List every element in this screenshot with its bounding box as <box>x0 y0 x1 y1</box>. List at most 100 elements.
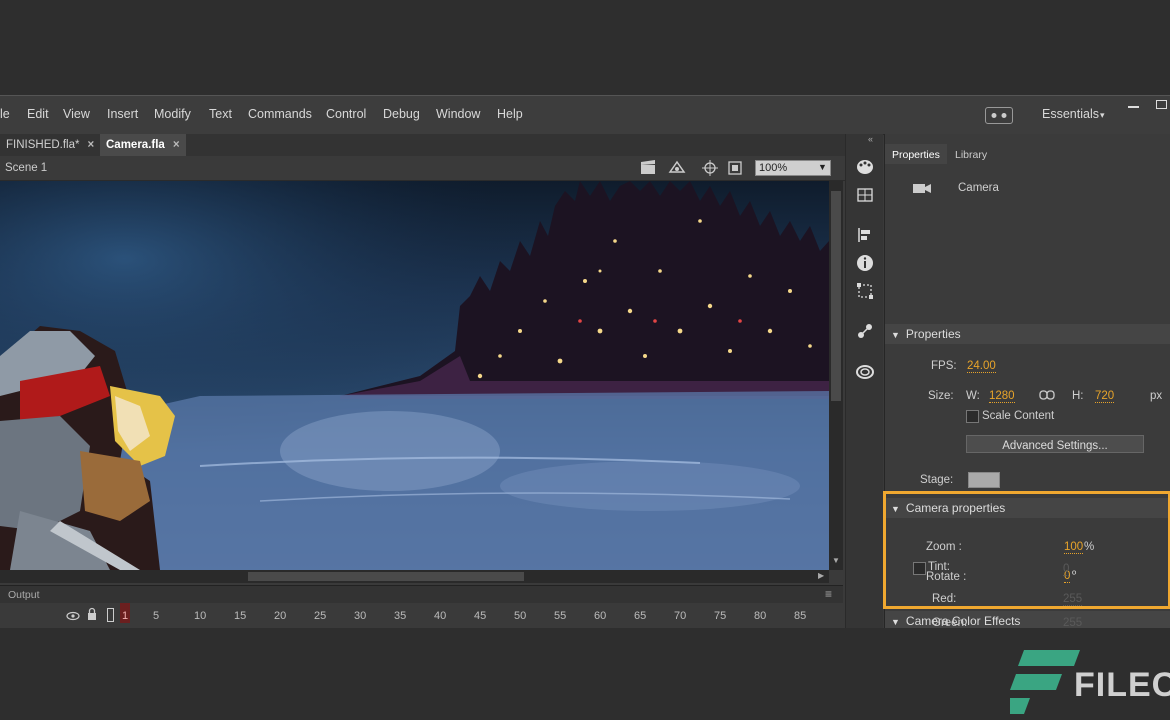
swatches-grid-icon[interactable] <box>855 185 875 205</box>
tint-value[interactable]: 0 <box>1063 563 1070 576</box>
gamepad-icon[interactable] <box>985 107 1013 124</box>
menu-insert[interactable]: Insert <box>107 107 138 121</box>
watermark-logo: FILEC <box>1010 648 1170 720</box>
current-frame: 1 <box>122 610 129 622</box>
panel-menu-icon[interactable]: ≡ <box>825 587 832 601</box>
animate-app-window: le Edit View Insert Modify Text Commands… <box>0 95 1170 628</box>
scene-bar: Scene 1 100% ▼ <box>0 156 845 181</box>
info-icon[interactable] <box>855 253 875 273</box>
outline-icon[interactable] <box>107 608 114 622</box>
advanced-settings-button[interactable]: Advanced Settings... <box>966 435 1144 453</box>
symbol-icon[interactable] <box>668 160 688 175</box>
frame-tick: 30 <box>354 610 367 622</box>
creative-cloud-icon[interactable] <box>855 362 875 382</box>
restore-icon[interactable] <box>1156 100 1167 109</box>
horizontal-scrollbar[interactable]: ▶ <box>0 570 829 583</box>
clip-stage-icon[interactable] <box>727 160 743 176</box>
menu-debug[interactable]: Debug <box>383 107 420 121</box>
close-icon[interactable]: × <box>173 139 180 151</box>
workspace-caret-icon[interactable]: ▾ <box>1100 110 1105 121</box>
output-tab[interactable]: Output <box>8 589 40 601</box>
collapse-icon[interactable]: « <box>868 134 873 144</box>
tint-checkbox[interactable] <box>913 562 926 575</box>
green-value[interactable]: 255 <box>1063 617 1082 627</box>
frame-tick: 50 <box>514 610 527 622</box>
timeline[interactable]: 1 5 10 15 20 25 30 35 40 45 50 55 60 65 … <box>0 603 843 628</box>
stage-artwork <box>0 181 829 570</box>
clapper-icon[interactable] <box>640 160 658 175</box>
fps-label: FPS: <box>931 360 957 372</box>
menu-text[interactable]: Text <box>209 107 232 121</box>
color-palette-icon[interactable] <box>855 157 875 177</box>
workspace-switcher[interactable]: Essentials <box>1042 107 1099 121</box>
link-icon[interactable] <box>1039 387 1055 403</box>
width-value[interactable]: 1280 <box>989 390 1015 403</box>
section-title: Properties <box>905 327 961 341</box>
zoom-select[interactable]: 100% ▼ <box>755 160 831 176</box>
scroll-right-icon[interactable]: ▶ <box>818 571 824 580</box>
frame-tick: 15 <box>234 610 247 622</box>
tab-camera[interactable]: Camera.fla × <box>100 134 186 156</box>
menu-edit[interactable]: Edit <box>27 107 49 121</box>
camera-icon <box>912 181 932 195</box>
vertical-scroll-thumb[interactable] <box>831 191 841 401</box>
frame-tick: 55 <box>554 610 567 622</box>
vertical-scrollbar[interactable]: ▼ <box>829 181 843 570</box>
menu-window[interactable]: Window <box>436 107 480 121</box>
scene-label[interactable]: Scene 1 <box>5 162 47 174</box>
height-value[interactable]: 720 <box>1095 390 1115 403</box>
frame-tick: 45 <box>474 610 487 622</box>
frame-tick: 25 <box>314 610 327 622</box>
frame-tick: 5 <box>153 610 160 622</box>
lock-icon[interactable] <box>86 607 98 621</box>
red-label: Red: <box>932 593 957 605</box>
document-tabs: FINISHED.fla* × Camera.fla × <box>0 134 845 156</box>
scale-content-label: Scale Content <box>982 410 1055 422</box>
frame-tick: 85 <box>794 610 807 622</box>
px-label: px <box>1150 390 1163 402</box>
crosshair-icon[interactable] <box>702 160 718 176</box>
fps-value[interactable]: 24.00 <box>967 360 996 373</box>
tab-library[interactable]: Library <box>955 149 987 161</box>
stage-canvas[interactable] <box>0 181 829 570</box>
scroll-down-icon[interactable]: ▼ <box>832 556 840 565</box>
eye-icon[interactable] <box>66 609 80 621</box>
advanced-settings-label: Advanced Settings... <box>1002 440 1108 452</box>
tab-properties[interactable]: Properties <box>892 149 940 161</box>
horizontal-scroll-thumb[interactable] <box>248 572 524 581</box>
components-icon[interactable] <box>855 321 875 341</box>
panel-tool-strip: « <box>845 134 883 628</box>
green-label: Green: <box>932 617 968 627</box>
close-icon[interactable]: × <box>88 139 95 151</box>
object-name: Camera <box>958 182 999 194</box>
section-properties[interactable]: ▼ Properties <box>885 324 1170 344</box>
menu-control[interactable]: Control <box>326 107 366 121</box>
zoom-value: 100% <box>759 162 788 174</box>
scale-content-checkbox[interactable] <box>966 410 979 423</box>
menu-help[interactable]: Help <box>497 107 523 121</box>
color-effects-body: Tint: 0 Red: 255 Green: 255 <box>884 551 1170 627</box>
frame-tick: 75 <box>714 610 727 622</box>
menu-modify[interactable]: Modify <box>154 107 191 121</box>
red-value[interactable]: 255 <box>1063 593 1083 606</box>
watermark-mark-icon <box>1010 650 1080 714</box>
transform-icon[interactable] <box>855 281 875 301</box>
menu-commands[interactable]: Commands <box>248 107 312 121</box>
frame-tick: 70 <box>674 610 687 622</box>
menu-bar: le Edit View Insert Modify Text Commands… <box>0 96 1170 135</box>
stage-label: Stage: <box>920 474 954 486</box>
width-label: W: <box>966 390 980 402</box>
tint-label: Tint: <box>928 561 950 573</box>
tab-finished[interactable]: FINISHED.fla* × <box>0 134 100 156</box>
minimize-icon[interactable] <box>1128 106 1139 108</box>
frame-tick: 80 <box>754 610 767 622</box>
stage-color-swatch[interactable] <box>968 472 1000 488</box>
menu-view[interactable]: View <box>63 107 90 121</box>
expand-triangle-icon: ▼ <box>891 330 900 340</box>
playhead[interactable]: 1 <box>120 603 130 623</box>
chevron-down-icon: ▼ <box>818 162 827 172</box>
menu-file[interactable]: le <box>0 107 10 121</box>
output-panel-header: Output ≡ <box>0 585 843 604</box>
frame-tick: 20 <box>274 610 287 622</box>
align-icon[interactable] <box>855 225 875 245</box>
